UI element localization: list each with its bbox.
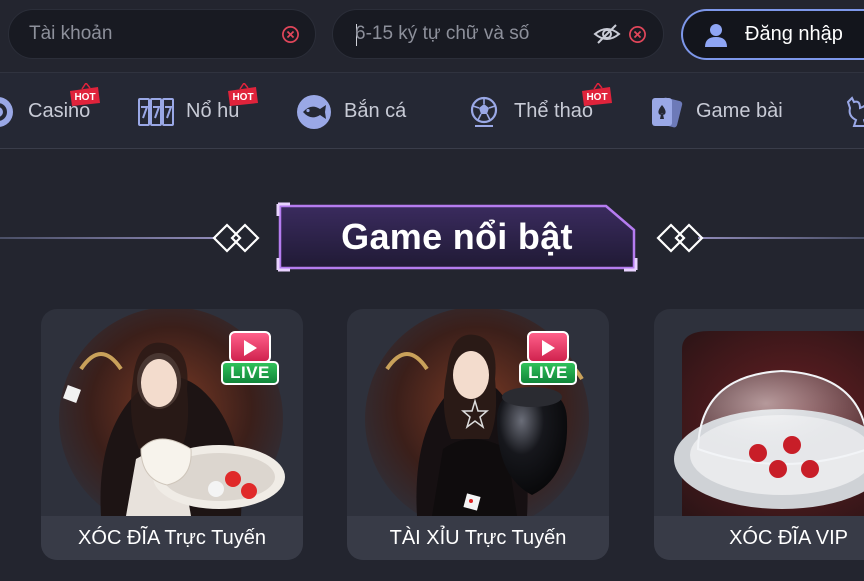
playing-cards-icon bbox=[652, 97, 683, 127]
hot-badge: HOT bbox=[224, 81, 260, 107]
nav-label: Bắn cá bbox=[344, 100, 407, 122]
live-badge: LIVE bbox=[519, 331, 577, 387]
login-label: Đăng nhập bbox=[745, 23, 843, 45]
category-nav: Casino HOT Nổ hũ HOT Bắn cá Thể thao HOT… bbox=[0, 72, 864, 149]
nav-item-ban-ca[interactable]: Bắn cá bbox=[296, 73, 406, 150]
slot-777-icon bbox=[138, 97, 174, 126]
live-badge: LIVE bbox=[221, 331, 279, 387]
username-field[interactable] bbox=[8, 9, 316, 59]
hot-label: HOT bbox=[586, 92, 607, 103]
clear-icon[interactable] bbox=[281, 25, 300, 44]
hot-label: HOT bbox=[232, 92, 253, 103]
password-input[interactable] bbox=[355, 10, 565, 58]
login-header: Đăng nhập bbox=[0, 0, 864, 72]
game-card-tai-xiu[interactable]: LIVE TÀI XỈU Trực Tuyến bbox=[347, 309, 609, 560]
nav-item-the-thao[interactable]: Thể thao bbox=[466, 73, 593, 150]
user-icon bbox=[705, 23, 727, 47]
live-camera-icon bbox=[229, 331, 271, 363]
password-field[interactable] bbox=[332, 9, 664, 59]
hot-badge: HOT bbox=[578, 81, 614, 107]
login-button[interactable]: Đăng nhập bbox=[681, 9, 864, 60]
clear-icon[interactable] bbox=[628, 25, 647, 44]
soccer-ball-icon bbox=[470, 96, 498, 127]
nav-item-da-ga[interactable] bbox=[842, 73, 864, 150]
live-label: LIVE bbox=[221, 361, 279, 385]
section-header: Game nổi bật bbox=[0, 196, 864, 280]
divider-line bbox=[698, 237, 864, 239]
hot-badge: HOT bbox=[66, 81, 102, 107]
fish-icon bbox=[297, 94, 331, 129]
nav-item-game-bai[interactable]: Game bài bbox=[648, 73, 783, 150]
eye-slash-icon[interactable] bbox=[593, 22, 621, 46]
xoc-dia-vip-image bbox=[674, 331, 864, 516]
casino-chip-icon bbox=[0, 96, 13, 127]
game-card-xoc-dia[interactable]: LIVE XÓC ĐĨA Trực Tuyến bbox=[41, 309, 303, 560]
game-name: XÓC ĐĨA Trực Tuyến bbox=[41, 516, 303, 560]
game-name: XÓC ĐĨA VIP bbox=[654, 516, 864, 560]
section-title-box: Game nổi bật bbox=[276, 202, 638, 272]
nav-label: Game bài bbox=[696, 100, 783, 122]
hot-label: HOT bbox=[74, 92, 95, 103]
rooster-icon bbox=[846, 95, 864, 127]
game-name: TÀI XỈU Trực Tuyến bbox=[347, 516, 609, 560]
live-camera-icon bbox=[527, 331, 569, 363]
username-input[interactable] bbox=[29, 10, 269, 58]
section-title: Game nổi bật bbox=[341, 216, 573, 257]
diamond-ornament-icon bbox=[212, 223, 260, 253]
diamond-ornament-icon bbox=[656, 223, 704, 253]
divider-line bbox=[0, 237, 216, 239]
game-card-xoc-dia-vip[interactable]: XÓC ĐĨA VIP bbox=[654, 309, 864, 560]
live-label: LIVE bbox=[519, 361, 577, 385]
